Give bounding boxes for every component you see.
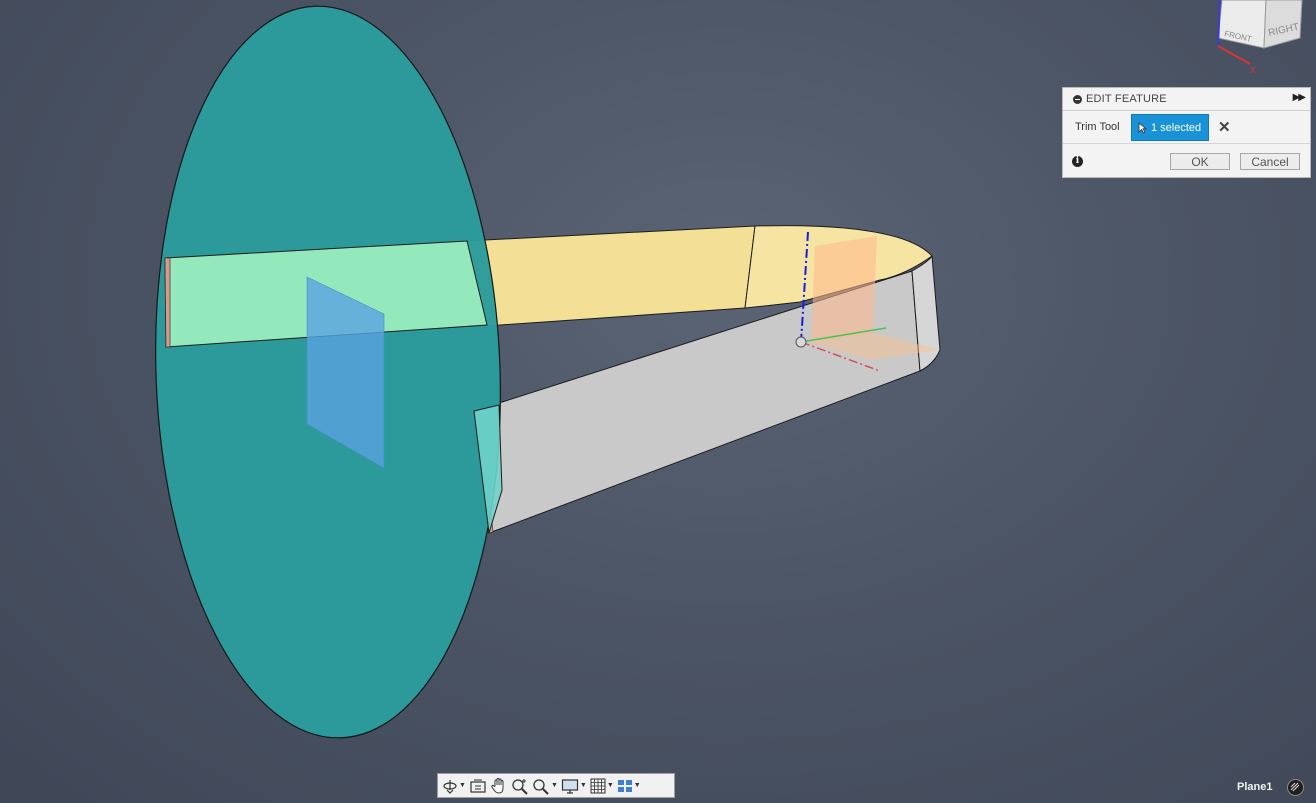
panel-header: EDIT FEATURE ▶▶	[1063, 88, 1310, 111]
orbit-button[interactable]: ▼	[442, 774, 466, 797]
grid-dropdown-icon[interactable]: ▼	[607, 782, 614, 789]
pan-button[interactable]	[490, 774, 508, 797]
look-at-icon	[469, 778, 487, 794]
clear-selection-icon[interactable]: ✕	[1218, 118, 1231, 136]
active-object-label: Plane1	[1237, 781, 1273, 793]
display-settings-icon	[561, 778, 579, 794]
viewcube-x-label: X	[1250, 65, 1256, 75]
display-settings-button[interactable]: ▼	[561, 774, 587, 797]
trim-tool-selection-button[interactable]: 1 selected	[1131, 114, 1209, 141]
pan-icon	[490, 777, 508, 795]
trim-tool-row: Trim Tool 1 selected ✕	[1063, 111, 1310, 144]
cancel-button[interactable]: Cancel	[1240, 153, 1300, 170]
panel-footer: i OK Cancel	[1063, 144, 1310, 178]
viewports-dropdown-icon[interactable]: ▼	[634, 782, 641, 789]
expand-arrows-icon[interactable]: ▶▶	[1293, 92, 1306, 103]
grid-icon	[590, 778, 606, 794]
selection-count-label: 1 selected	[1151, 121, 1202, 134]
info-icon[interactable]: i	[1072, 156, 1083, 167]
viewports-icon	[617, 778, 633, 794]
grid-button[interactable]: ▼	[590, 774, 614, 797]
viewports-button[interactable]: ▼	[617, 774, 641, 797]
look-at-button[interactable]	[469, 774, 487, 797]
view-cube[interactable]: FRONT RIGHT X	[1210, 0, 1310, 78]
collapse-icon[interactable]	[1073, 94, 1082, 104]
trim-tool-label: Trim Tool	[1075, 121, 1120, 133]
cursor-icon	[1138, 121, 1147, 134]
zoom-button[interactable]	[511, 774, 529, 797]
navigation-toolbar: ▼ ▼ ▼ ▼ ▼	[437, 773, 675, 798]
fit-dropdown-icon[interactable]: ▼	[551, 782, 558, 789]
ok-button[interactable]: OK	[1170, 153, 1230, 170]
fit-icon	[532, 777, 550, 795]
comment-icon[interactable]	[1287, 779, 1304, 796]
orbit-dropdown-icon[interactable]: ▼	[459, 782, 466, 789]
orbit-icon	[442, 778, 458, 794]
edit-feature-panel: EDIT FEATURE ▶▶ Trim Tool 1 selected ✕ i…	[1062, 87, 1311, 178]
fit-button[interactable]: ▼	[532, 774, 558, 797]
display-dropdown-icon[interactable]: ▼	[580, 782, 587, 789]
panel-title: EDIT FEATURE	[1086, 93, 1167, 105]
zoom-icon	[511, 777, 529, 795]
